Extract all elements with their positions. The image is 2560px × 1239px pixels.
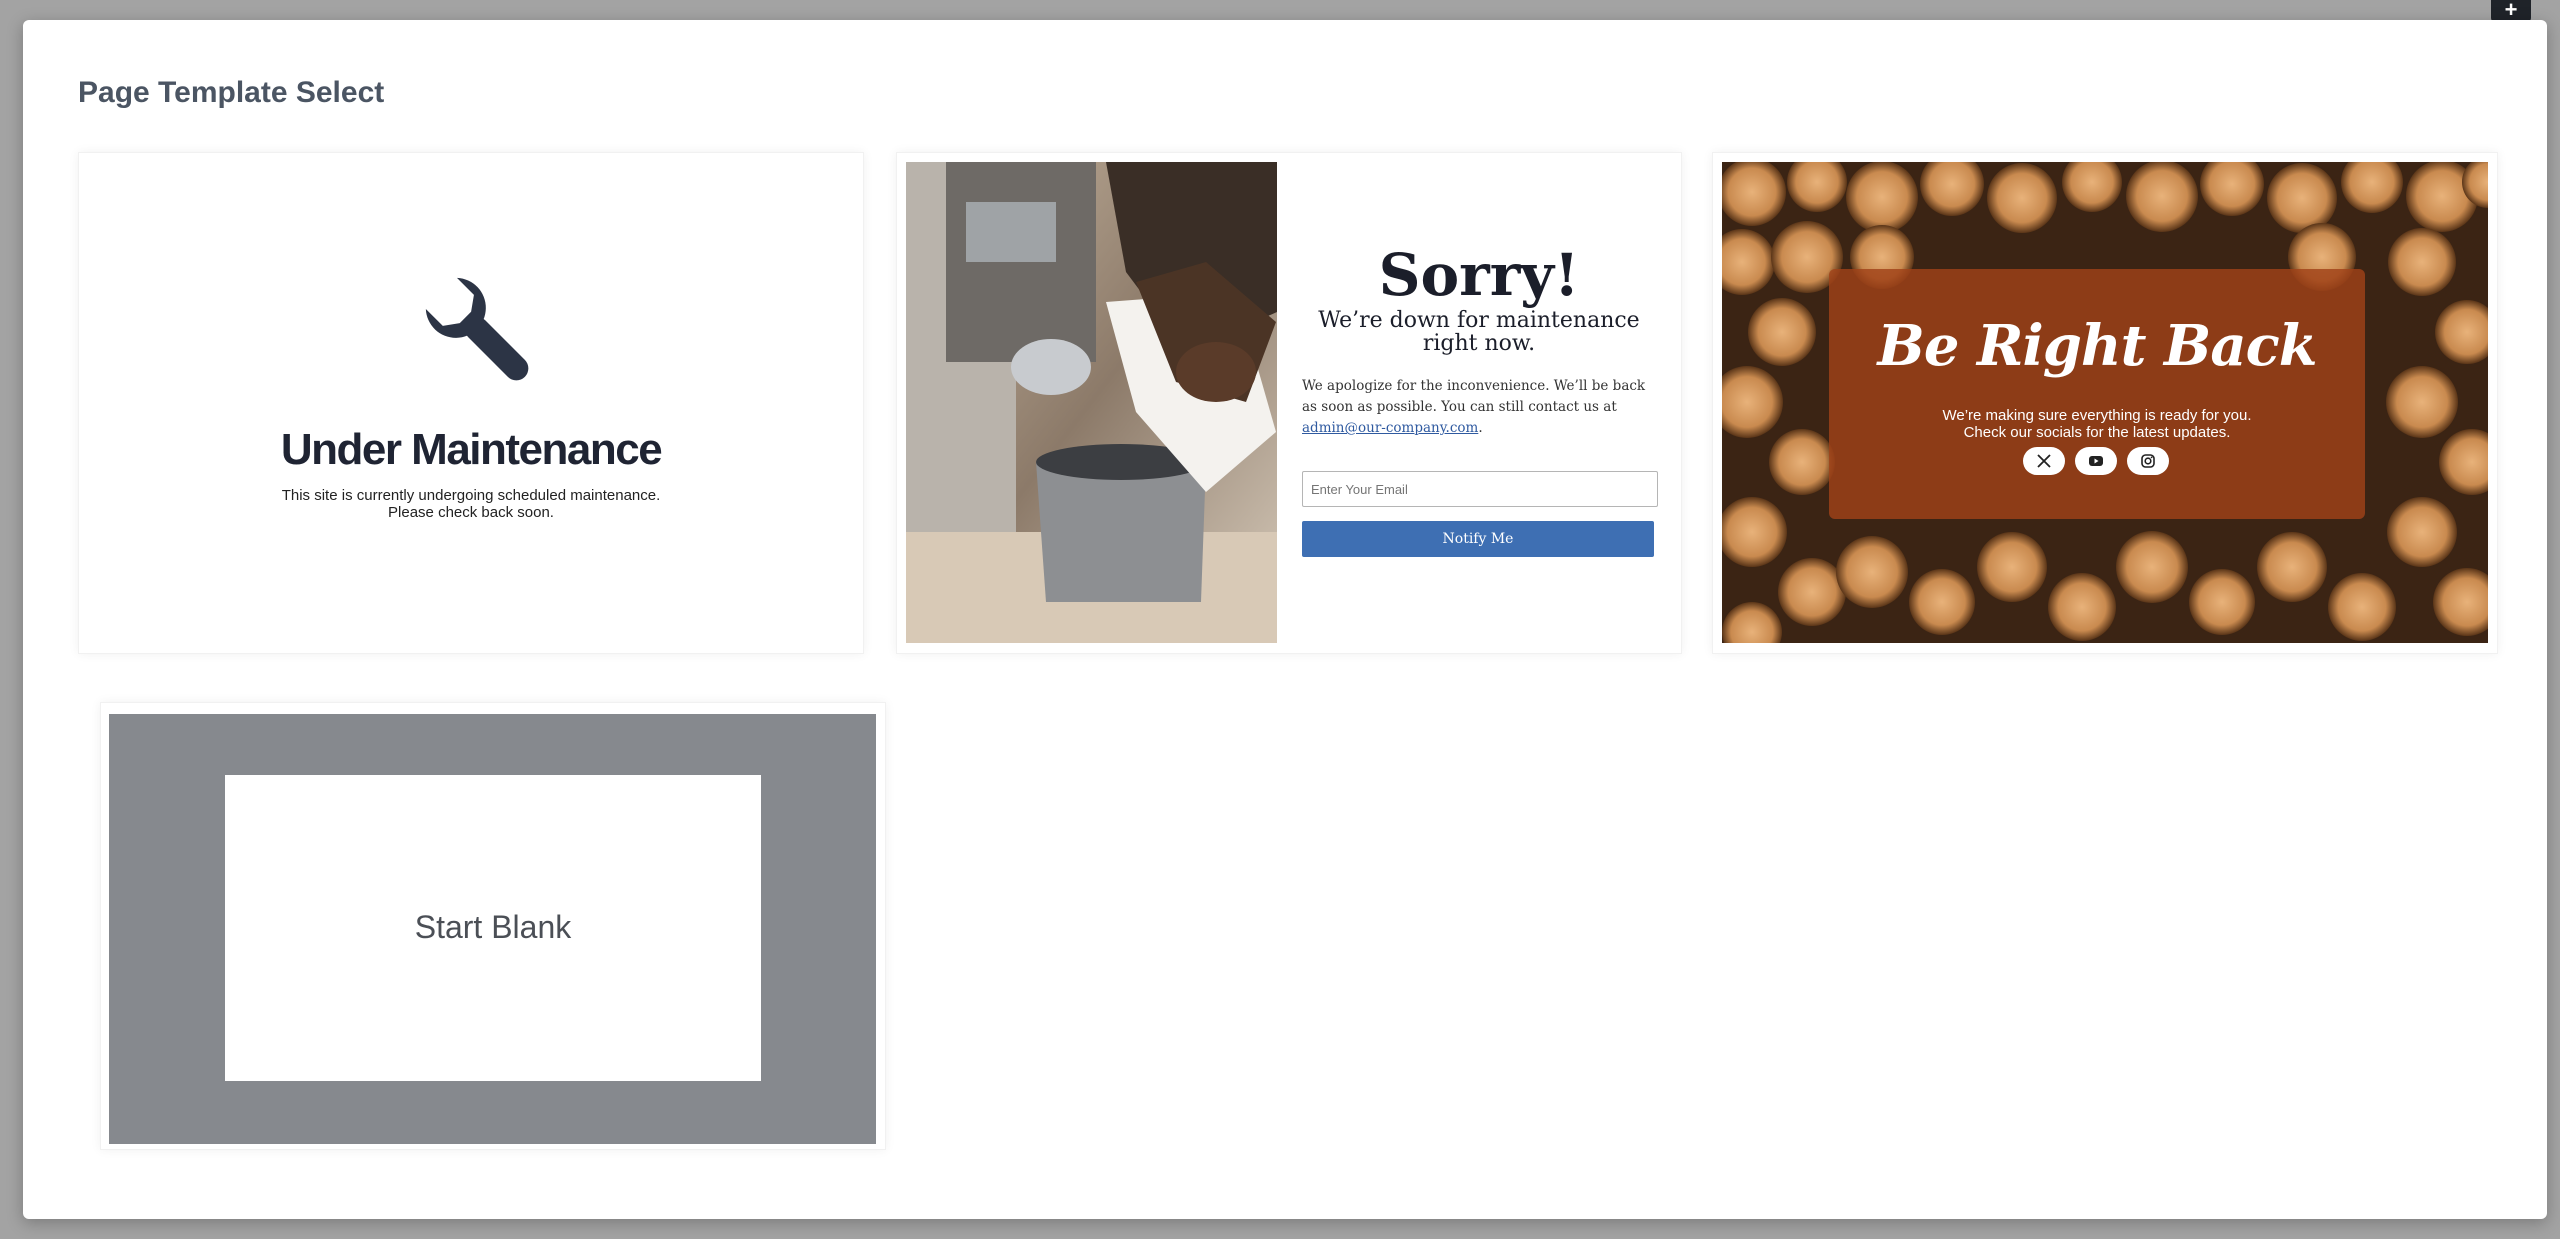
sorry-subtitle: We’re down for maintenance right now.: [1318, 308, 1640, 356]
blank-panel: Start Blank: [225, 775, 761, 1081]
x-icon: [2037, 454, 2051, 468]
blank-background: Start Blank: [109, 714, 876, 1144]
be-right-back-text: We’re making sure everything is ready fo…: [1942, 407, 2252, 441]
notify-me-button[interactable]: Notify Me: [1302, 521, 1654, 557]
email-input[interactable]: [1302, 471, 1658, 507]
x-social-button[interactable]: [2023, 447, 2065, 475]
barista-photo: [906, 162, 1277, 643]
wrench-icon: [425, 277, 529, 381]
instagram-social-button[interactable]: [2127, 447, 2169, 475]
plus-icon: +: [2504, 0, 2518, 22]
template-card-be-right-back[interactable]: Be Right Back We’re making sure everythi…: [1712, 152, 2498, 654]
sorry-body-text: We apologize for the inconvenience. We’l…: [1302, 378, 1646, 436]
be-right-back-title: Be Right Back: [1877, 313, 2317, 379]
contact-email-link[interactable]: admin@our-company.com: [1302, 420, 1478, 436]
instagram-icon: [2141, 454, 2155, 468]
template-select-modal: Page Template Select Under Maintenance T…: [23, 20, 2547, 1219]
template-card-sorry[interactable]: Sorry! We’re down for maintenance right …: [896, 152, 1682, 654]
template-card-under-maintenance[interactable]: Under Maintenance This site is currently…: [78, 152, 864, 654]
under-maintenance-text: This site is currently undergoing schedu…: [281, 487, 661, 521]
youtube-social-button[interactable]: [2075, 447, 2117, 475]
sorry-title: Sorry!: [1378, 241, 1580, 309]
brb-overlay: Be Right Back We’re making sure everythi…: [1829, 269, 2365, 519]
modal-title: Page Template Select: [78, 76, 385, 109]
youtube-icon: [2089, 456, 2103, 466]
under-maintenance-title: Under Maintenance: [280, 425, 663, 474]
template-card-start-blank[interactable]: Start Blank: [100, 702, 886, 1150]
social-buttons: [2023, 447, 2173, 475]
start-blank-label: Start Blank: [414, 909, 572, 945]
close-modal-button[interactable]: +: [2491, 0, 2531, 22]
